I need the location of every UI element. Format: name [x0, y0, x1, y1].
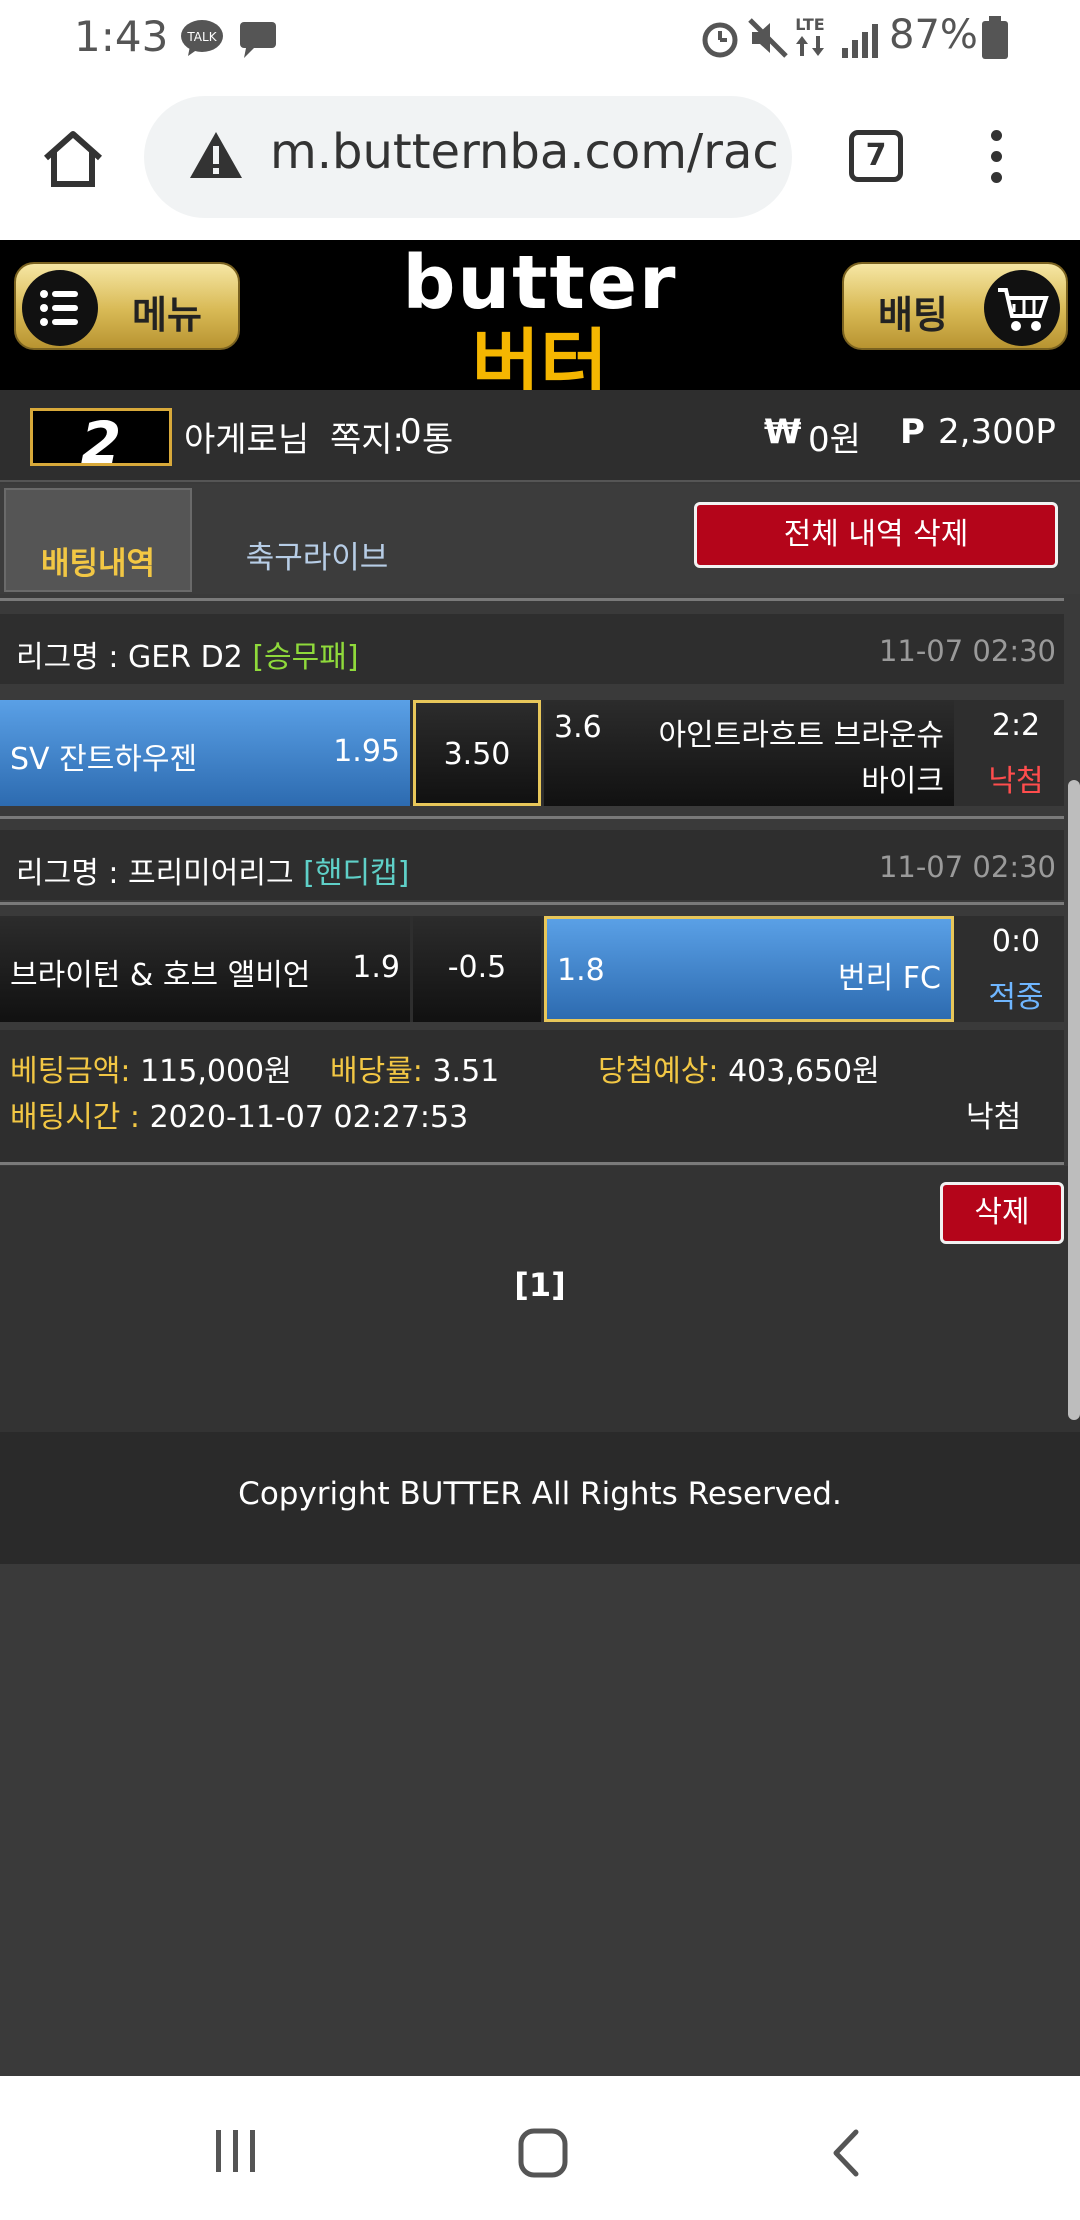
bet-label: 배팅: [878, 293, 948, 337]
scrollbar[interactable]: [1068, 780, 1080, 1420]
level-badge: 2: [30, 408, 172, 477]
bet-amount: 베팅금액: 115,000원: [10, 1054, 292, 1089]
page-link[interactable]: [1]: [0, 1266, 1080, 1304]
points-icon: P: [900, 412, 925, 452]
status-time: 1:43: [74, 12, 169, 61]
away-team-option[interactable]: 3.6 아인트라흐트 브라운슈 바이크: [544, 700, 954, 806]
handicap-option[interactable]: -0.5: [413, 916, 541, 1022]
cart-icon: [984, 270, 1060, 346]
bet-time: 배팅시간 : 2020-11-07 02:27:53: [10, 1100, 469, 1135]
mute-icon: [748, 18, 788, 58]
user-info-bar: 2 아게로 님 쪽지: 0 통 ₩ 0원 P 2,300P: [0, 390, 1080, 482]
league-row: 리그명 : 프리미어리그 [핸디캡] 11-07 02:30: [0, 830, 1064, 900]
match-row: 브라이턴 & 호브 앨비언 1.9 -0.5 1.8 번리 FC 0:0 적중: [0, 916, 1064, 1022]
memo-unit: 통: [422, 420, 454, 460]
navigation-bar: [0, 2076, 1080, 2220]
away-team-line1: 아인트라흐트 브라운슈: [658, 718, 944, 753]
status-bar: 1:43 TALK LTE 87%: [0, 0, 1080, 76]
bet-summary: 베팅금액: 115,000원 배당률: 3.51 당첨예상: 403,650원 …: [0, 1030, 1064, 1164]
tab-soccer-live[interactable]: 축구라이브: [192, 532, 442, 577]
browser-toolbar: m.butternba.com/rac 7: [0, 76, 1080, 240]
page-background: [0, 1564, 1080, 2076]
match-date: 11-07 02:30: [878, 850, 1056, 884]
memo-label[interactable]: 쪽지:: [330, 412, 404, 461]
home-team: SV 잔트하우젠: [10, 742, 198, 777]
expected-win: 당첨예상: 403,650원: [598, 1054, 880, 1089]
league-name: 리그명 : 프리미어리그 [핸디캡]: [16, 856, 410, 891]
match-result: 낙첨: [988, 764, 1044, 799]
signal-icon: [842, 24, 878, 58]
alarm-icon: [702, 22, 738, 58]
match-score: 0:0: [991, 924, 1041, 959]
svg-text:TALK: TALK: [186, 30, 217, 44]
away-team-option[interactable]: 1.8 번리 FC: [544, 916, 954, 1022]
divider: [0, 1162, 1064, 1165]
balance: 0원: [808, 420, 861, 460]
footer: Copyright BUTTER All Rights Reserved.: [0, 1432, 1080, 1564]
home-team: 브라이턴 & 호브 앨비언: [10, 958, 311, 993]
url-text[interactable]: m.butternba.com/rac: [270, 124, 779, 180]
tab-switcher-button[interactable]: 7: [849, 130, 903, 182]
draw-odds: 3.50: [443, 737, 511, 772]
tab-betting-history[interactable]: 배팅내역: [4, 488, 192, 592]
lte-icon: LTE: [795, 15, 825, 56]
divider: [0, 816, 1064, 819]
battery-percent: 87%: [889, 12, 978, 58]
away-odds: 3.6: [554, 710, 602, 745]
match-score: 2:2: [991, 708, 1041, 743]
username-suffix: 님: [278, 420, 310, 460]
home-odds: 1.95: [333, 734, 400, 769]
tab-bar: 배팅내역 축구라이브 전체 내역 삭제: [0, 484, 1080, 594]
match-date: 11-07 02:30: [878, 634, 1056, 668]
away-team: 번리 FC: [838, 961, 941, 996]
recent-apps-icon[interactable]: [212, 2128, 260, 2174]
match-result: 적중: [988, 980, 1044, 1015]
kakaotalk-icon: TALK: [181, 20, 223, 56]
delete-button[interactable]: 삭제: [940, 1182, 1064, 1244]
actions-area: 삭제 [1]: [0, 1166, 1080, 1432]
draw-option[interactable]: 3.50: [413, 700, 541, 806]
home-icon[interactable]: [40, 126, 106, 192]
betting-cart-button[interactable]: 배팅: [842, 262, 1068, 350]
away-odds: 1.8: [557, 953, 605, 988]
delete-all-button[interactable]: 전체 내역 삭제: [694, 502, 1058, 568]
league-row: 리그명 : GER D2 [승무패] 11-07 02:30: [0, 614, 1064, 684]
home-team-option[interactable]: 브라이턴 & 호브 앨비언 1.9: [0, 916, 410, 1022]
back-icon[interactable]: [828, 2128, 864, 2178]
site-header: 메뉴 butter 버터 배팅: [0, 240, 1080, 407]
home-nav-icon[interactable]: [518, 2128, 568, 2178]
divider: [0, 902, 1064, 905]
odds-rate: 배당률: 3.51: [330, 1054, 500, 1089]
warning-icon[interactable]: [188, 130, 244, 180]
battery-icon: [982, 16, 1008, 59]
league-name: 리그명 : GER D2 [승무패]: [16, 640, 359, 675]
svg-text:LTE: LTE: [795, 15, 824, 34]
bet-result: 낙첨: [966, 1100, 1022, 1135]
won-icon: ₩: [764, 412, 802, 452]
home-team-option[interactable]: SV 잔트하우젠 1.95: [0, 700, 410, 806]
points: 2,300P: [938, 412, 1056, 452]
handicap-value: -0.5: [447, 950, 507, 985]
copyright: Copyright BUTTER All Rights Reserved.: [238, 1476, 842, 1512]
message-icon: [240, 22, 276, 58]
memo-count[interactable]: 0: [400, 412, 422, 452]
match-row: SV 잔트하우젠 1.95 3.50 3.6 아인트라흐트 브라운슈 바이크 2…: [0, 700, 1064, 806]
home-odds: 1.9: [352, 950, 400, 985]
away-team-line2: 바이크: [861, 764, 944, 799]
username[interactable]: 아게로: [184, 412, 278, 461]
more-options-icon[interactable]: [986, 130, 1006, 184]
divider: [0, 598, 1064, 601]
address-bar[interactable]: m.butternba.com/rac: [144, 96, 792, 218]
